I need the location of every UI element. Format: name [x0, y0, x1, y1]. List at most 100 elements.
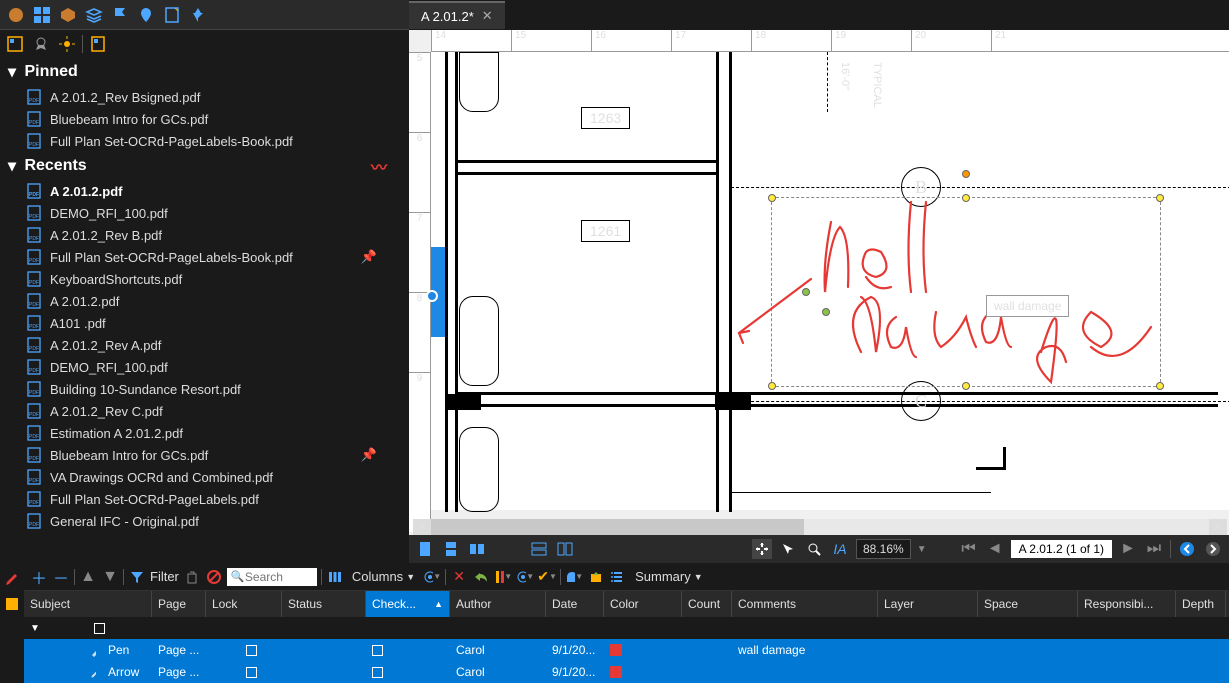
col-layer[interactable]: Layer [878, 591, 978, 617]
split-v-icon[interactable] [555, 539, 575, 559]
check-icon[interactable]: ✔▼ [538, 568, 556, 586]
export-icon[interactable] [587, 568, 605, 586]
properties-icon[interactable] [4, 596, 20, 617]
note-icon[interactable] [160, 3, 184, 27]
text-select-icon[interactable]: IA [830, 539, 850, 559]
pan-icon[interactable] [752, 539, 772, 559]
list-icon[interactable] [609, 568, 627, 586]
remove-markup-icon[interactable]: － [52, 568, 70, 586]
pin-icon[interactable] [186, 3, 210, 27]
col-date[interactable]: Date [546, 591, 604, 617]
collapse-icon[interactable]: ▲ [79, 568, 97, 586]
filter-checkbox[interactable] [94, 623, 105, 634]
file-item[interactable]: PDFKeyboardShortcuts.pdf [0, 268, 395, 290]
pen-tool-icon[interactable] [4, 569, 20, 590]
next-view-icon[interactable] [1203, 539, 1223, 559]
sun-icon[interactable] [56, 33, 78, 55]
checkmark-settings-icon[interactable]: ▼ [516, 568, 534, 586]
grid-icon[interactable] [30, 3, 54, 27]
file-item[interactable]: PDFDEMO_RFI_100.pdf [0, 356, 395, 378]
lock-checkbox[interactable] [246, 667, 257, 678]
import-icon[interactable]: ▼ [565, 568, 583, 586]
ribbon-icon[interactable] [30, 33, 52, 55]
col-lock[interactable]: Lock [206, 591, 282, 617]
revu-icon[interactable] [4, 3, 28, 27]
select-icon[interactable] [778, 539, 798, 559]
next-page-icon[interactable]: ► [1118, 539, 1138, 559]
side-by-side-icon[interactable] [467, 539, 487, 559]
selection-box[interactable] [771, 197, 1161, 387]
expand-icon[interactable]: ▼ [101, 568, 119, 586]
first-page-icon[interactable]: ⏮ [959, 539, 979, 559]
split-h-icon[interactable] [529, 539, 549, 559]
drawing-canvas[interactable]: 1263 1261 B C 16'-0" TYPICAL [431, 52, 1229, 510]
zoom-icon[interactable] [804, 539, 824, 559]
file-item[interactable]: PDFA 2.01.2.pdf [0, 290, 395, 312]
delete-icon[interactable]: ✕ [450, 568, 468, 586]
col-check[interactable]: Check...▲ [366, 591, 450, 617]
file-item[interactable]: PDFFull Plan Set-OCRd-PageLabels-Book.pd… [0, 130, 395, 152]
horizontal-scrollbar[interactable] [431, 519, 1209, 535]
file-item[interactable]: PDFGeneral IFC - Original.pdf [0, 510, 395, 532]
pin-icon[interactable]: 📌 [361, 447, 377, 463]
doc-icon[interactable] [87, 33, 109, 55]
document-tab[interactable]: A 2.01.2* ✕ [409, 1, 505, 29]
lock-checkbox[interactable] [246, 645, 257, 656]
col-space[interactable]: Space [978, 591, 1078, 617]
box-icon[interactable] [56, 3, 80, 27]
pin-icon[interactable]: 📌 [361, 249, 377, 265]
file-item[interactable]: PDFFull Plan Set-OCRd-PageLabels.pdf [0, 488, 395, 510]
file-item[interactable]: PDFDEMO_RFI_100.pdf [0, 202, 395, 224]
last-page-icon[interactable]: ⏭ [1144, 539, 1164, 559]
filter-icon[interactable] [128, 568, 146, 586]
reply-icon[interactable] [472, 568, 490, 586]
close-tab-icon[interactable]: ✕ [482, 8, 493, 24]
single-page-icon[interactable] [415, 539, 435, 559]
recents-section[interactable]: ▾ Recents 〰 [0, 152, 395, 180]
markup-row[interactable]: Pen Page ... Carol 9/1/20... wall damage [24, 639, 1229, 661]
file-item[interactable]: PDFA 2.01.2_Rev Bsigned.pdf [0, 86, 395, 108]
prev-view-icon[interactable] [1177, 539, 1197, 559]
file-item[interactable]: PDFVA Drawings OCRd and Combined.pdf [0, 466, 395, 488]
columns-button[interactable]: Columns▼ [348, 569, 419, 584]
continuous-icon[interactable] [441, 539, 461, 559]
pinned-section[interactable]: ▾ Pinned [0, 58, 395, 86]
scroll-left-icon[interactable]: ◄ [413, 519, 431, 535]
col-count[interactable]: Count [682, 591, 732, 617]
file-item[interactable]: PDFA 2.01.2_Rev C.pdf [0, 400, 395, 422]
check-checkbox[interactable] [372, 667, 383, 678]
file-item[interactable]: PDFA 2.01.2_Rev A.pdf [0, 334, 395, 356]
trash-icon[interactable] [183, 568, 201, 586]
col-comments[interactable]: Comments [732, 591, 878, 617]
col-depth[interactable]: Depth [1176, 591, 1226, 617]
zoom-level[interactable]: 88.16% [856, 539, 911, 559]
page-indicator[interactable]: A 2.01.2 (1 of 1) [1011, 540, 1112, 558]
file-item[interactable]: PDFFull Plan Set-OCRd-PageLabels-Book.pd… [0, 246, 395, 268]
col-status[interactable]: Status [282, 591, 366, 617]
status-icon[interactable]: ▼ [494, 568, 512, 586]
add-markup-icon[interactable]: ＋ [30, 568, 48, 586]
col-resp[interactable]: Responsibi... [1078, 591, 1176, 617]
file-item[interactable]: PDFBuilding 10-Sundance Resort.pdf [0, 378, 395, 400]
explorer-icon[interactable] [4, 33, 26, 55]
marker-icon[interactable] [134, 3, 158, 27]
flag-icon[interactable] [108, 3, 132, 27]
file-item[interactable]: PDFBluebeam Intro for GCs.pdf📌 [0, 444, 395, 466]
col-subject[interactable]: Subject [24, 591, 152, 617]
layers-icon[interactable] [82, 3, 106, 27]
col-color[interactable]: Color [604, 591, 682, 617]
summary-button[interactable]: Summary▼ [631, 569, 707, 584]
manage-columns-icon[interactable]: ▼ [423, 568, 441, 586]
file-item[interactable]: PDFBluebeam Intro for GCs.pdf [0, 108, 395, 130]
col-author[interactable]: Author [450, 591, 546, 617]
columns-icon[interactable] [326, 568, 344, 586]
file-item[interactable]: PDFA 2.01.2_Rev B.pdf [0, 224, 395, 246]
clear-filter-icon[interactable] [205, 568, 223, 586]
file-item[interactable]: PDFEstimation A 2.01.2.pdf [0, 422, 395, 444]
col-page[interactable]: Page [152, 591, 206, 617]
markup-row[interactable]: Arrow Page ... Carol 9/1/20... [24, 661, 1229, 683]
file-item[interactable]: PDFA 2.01.2.pdf [0, 180, 395, 202]
file-item[interactable]: PDFA101 .pdf [0, 312, 395, 334]
check-checkbox[interactable] [372, 645, 383, 656]
scroll-right-icon[interactable]: ► [1209, 519, 1227, 535]
